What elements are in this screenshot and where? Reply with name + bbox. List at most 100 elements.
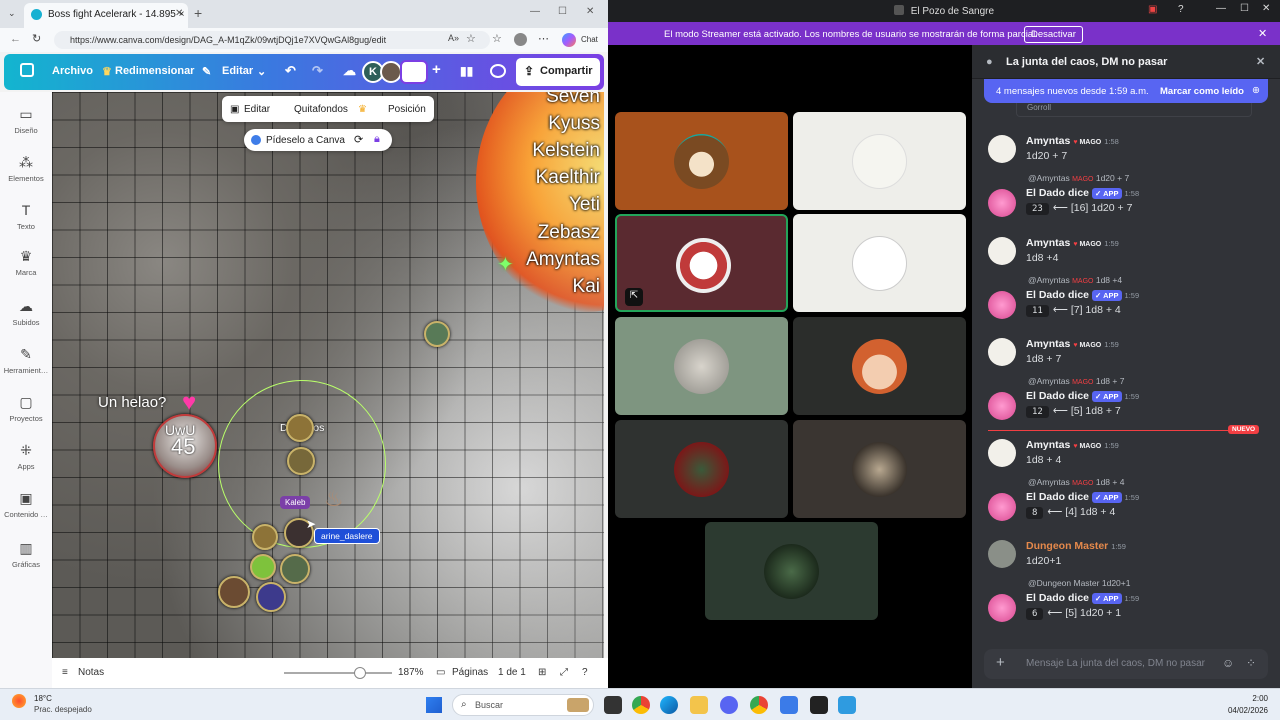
participant-tile[interactable] [793, 112, 966, 210]
menu-resize[interactable]: Redimensionar [115, 65, 194, 77]
url-field[interactable]: https://www.canva.com/design/DAG_A-M1qZk… [54, 31, 490, 49]
close-banner-icon[interactable]: ✕ [1258, 27, 1267, 40]
player-token[interactable] [256, 582, 286, 612]
dice-bot-avatar[interactable] [988, 493, 1016, 521]
participant-tile[interactable] [615, 420, 788, 518]
ctx-position-button[interactable]: Posición [388, 104, 426, 115]
ctx-remove-bg-button[interactable]: Quitafondos [294, 104, 348, 115]
menu-file[interactable]: Archivo [52, 65, 93, 77]
weather-icon[interactable] [12, 694, 26, 708]
side-panel-toggle-icon[interactable] [20, 63, 34, 77]
back-icon[interactable]: ← [10, 33, 21, 45]
message-author[interactable]: El Dado dice ✓ APP 1:59 [1026, 592, 1139, 604]
tab-list-icon[interactable]: ⌄ [8, 8, 16, 19]
message-author[interactable]: El Dado dice ✓ APP 1:59 [1026, 289, 1139, 301]
message-author[interactable]: El Dado dice ✓ APP 1:58 [1026, 187, 1139, 199]
participant-tile[interactable] [615, 112, 788, 210]
new-tab-icon[interactable]: + [194, 5, 202, 21]
close-window-icon[interactable]: ✕ [586, 6, 594, 17]
edge-icon[interactable] [660, 696, 678, 714]
file-explorer-icon[interactable] [690, 696, 708, 714]
message-author[interactable]: El Dado dice ✓ APP 1:59 [1026, 390, 1139, 402]
collaborator-avatar-active[interactable] [400, 60, 428, 84]
player-token[interactable] [218, 576, 250, 608]
participant-tile[interactable] [705, 522, 878, 620]
message-author[interactable]: Amyntas ♥ MAGO 1:59 [1026, 338, 1119, 350]
share-button[interactable]: ⇪ Compartir [516, 58, 600, 86]
ask-canva-button[interactable]: Pídeselo a Canva ⟳ 🔒︎ [244, 129, 392, 151]
rail-item[interactable]: ▭ Diseño [0, 106, 52, 135]
participant-tile[interactable] [793, 420, 966, 518]
browser-tab[interactable]: Boss fight Acelerark - 14.895 × 1 [24, 3, 188, 28]
inbox-icon[interactable]: ▣ [1148, 4, 1157, 15]
reply-preview[interactable]: @Amyntas MAGO 1d8 + 7 [1028, 376, 1124, 386]
favorite-star-icon[interactable]: ☆ [466, 32, 476, 45]
favorites-icon[interactable]: ☆ [492, 32, 502, 45]
pages-button[interactable]: Páginas [452, 667, 488, 678]
message-author[interactable]: El Dado dice ✓ APP 1:59 [1026, 491, 1139, 503]
ctx-edit-button[interactable]: Editar [244, 104, 270, 115]
discord-icon[interactable] [720, 696, 738, 714]
rail-item[interactable]: ⁜ Apps [0, 442, 52, 471]
zoom-slider-handle[interactable] [354, 667, 366, 679]
player-token[interactable] [287, 447, 315, 475]
dice-bot-avatar[interactable] [988, 594, 1016, 622]
chevron-down-icon[interactable]: ⌄ [257, 65, 266, 78]
rotate-icon[interactable]: ⟳ [354, 133, 363, 146]
more-icon[interactable]: ⋯ [538, 32, 549, 45]
new-messages-bar[interactable]: 4 mensajes nuevos desde 1:59 a.m. Marcar… [984, 79, 1268, 103]
message-author[interactable]: Amyntas ♥ MAGO 1:58 [1026, 135, 1119, 147]
user-avatar[interactable] [988, 135, 1016, 163]
participant-tile-speaking[interactable]: ⇱ [615, 214, 788, 312]
lock-icon[interactable]: 🔒︎ [374, 133, 380, 146]
chrome-icon[interactable] [632, 696, 650, 714]
reply-preview[interactable]: @Amyntas MAGO 1d8 +4 [1028, 275, 1122, 285]
add-attachment-icon[interactable]: + [996, 654, 1005, 671]
participant-tile[interactable] [793, 317, 966, 415]
rail-item[interactable]: ⁂ Elementos [0, 154, 52, 183]
insights-icon[interactable]: ▮▮ [460, 64, 473, 78]
grid-view-icon[interactable]: ⊞ [538, 667, 546, 678]
rail-item[interactable]: ▢ Proyectos [0, 394, 52, 423]
comment-icon[interactable] [490, 64, 506, 78]
message-author[interactable]: Dungeon Master 1:59 [1026, 540, 1126, 552]
add-collaborator-icon[interactable]: + [432, 61, 441, 78]
dice-bot-avatar[interactable] [988, 392, 1016, 420]
notepad-icon[interactable] [780, 696, 798, 714]
rail-item[interactable]: ▣ Contenido … [0, 490, 52, 519]
close-chat-icon[interactable]: ✕ [1256, 55, 1265, 68]
player-token[interactable] [250, 554, 276, 580]
close-tab-icon[interactable]: ✕ [175, 8, 183, 19]
undo-icon[interactable]: ↶ [285, 63, 296, 79]
zoom-level[interactable]: 187% [398, 667, 424, 678]
rail-item[interactable]: T Texto [0, 202, 52, 231]
refresh-icon[interactable]: ↻ [32, 32, 41, 45]
dice-bot-avatar[interactable] [988, 291, 1016, 319]
reply-preview[interactable]: @Amyntas MAGO 1d20 + 7 [1028, 173, 1129, 183]
battle-map-canvas[interactable]: Seven Kyuss Kelstein Kaelthir Yeti Zebas… [52, 92, 604, 658]
app-icon[interactable] [838, 696, 856, 714]
player-token[interactable] [252, 524, 278, 550]
minimize-icon[interactable]: — [530, 6, 540, 17]
rail-item[interactable]: ☁ Subidos [0, 298, 52, 327]
profile-avatar[interactable] [514, 33, 527, 46]
minimize-icon[interactable]: — [1216, 3, 1226, 14]
reply-preview[interactable]: @Amyntas MAGO 1d8 + 4 [1028, 477, 1124, 487]
start-icon[interactable] [426, 697, 442, 713]
user-avatar[interactable] [988, 439, 1016, 467]
zoom-slider-track[interactable] [284, 672, 392, 674]
message-author[interactable]: Amyntas ♥ MAGO 1:59 [1026, 237, 1119, 249]
dice-bot-avatar[interactable] [988, 189, 1016, 217]
disable-streamer-button[interactable]: Desactivar [1024, 26, 1083, 43]
copilot-icon[interactable] [562, 33, 576, 47]
rail-item[interactable]: ✎ Herramient… [0, 346, 52, 375]
menu-edit[interactable]: Editar [222, 65, 253, 77]
collaborator-avatar[interactable] [380, 61, 402, 83]
boss-token[interactable]: UwU 45 [153, 414, 217, 478]
rail-item[interactable]: ▥ Gráficas [0, 540, 52, 569]
message-input[interactable]: + Mensaje La junta del caos, DM no pasar… [984, 649, 1268, 679]
user-avatar[interactable] [988, 540, 1016, 568]
user-avatar[interactable] [988, 338, 1016, 366]
fullscreen-icon[interactable]: ⤢ [560, 667, 568, 678]
player-token[interactable] [280, 554, 310, 584]
